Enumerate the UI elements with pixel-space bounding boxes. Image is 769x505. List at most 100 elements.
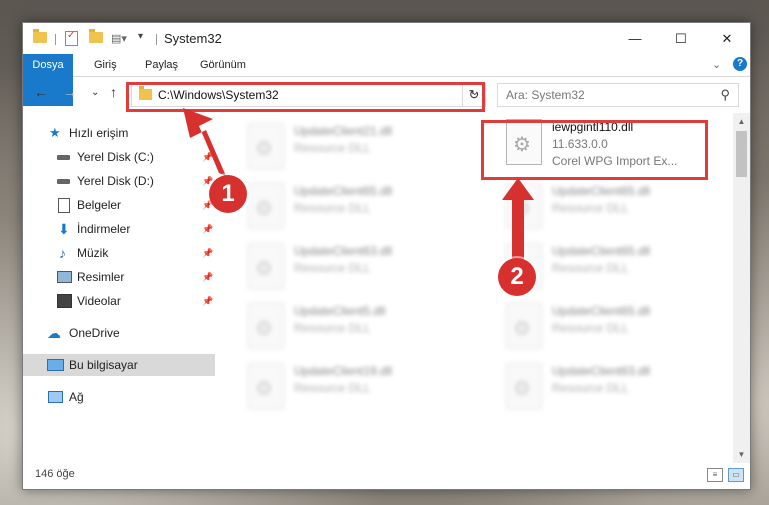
scroll-down-icon[interactable]: ▼	[733, 446, 750, 463]
sidebar-item-drive-c[interactable]: Yerel Disk (C:) 📌	[23, 146, 215, 168]
file-item[interactable]: UpdateClient65.dll Resource DLL	[248, 181, 473, 233]
videos-icon	[57, 294, 72, 308]
maximize-button[interactable]: ☐	[658, 23, 704, 54]
file-name: UpdateClient63.dll	[552, 364, 651, 378]
divider	[156, 34, 157, 45]
file-type: Resource DLL	[294, 261, 371, 275]
dll-file-icon	[506, 183, 542, 229]
file-item[interactable]: UpdateClient21.dll Resource DLL	[248, 121, 473, 173]
address-highlight-box	[126, 82, 485, 112]
sidebar-item-label: Belgeler	[77, 198, 122, 212]
sidebar-item-videos[interactable]: Videolar 📌	[23, 290, 215, 312]
pin-icon[interactable]: 📌	[202, 266, 213, 288]
music-icon: ♪	[59, 245, 66, 261]
sidebar-item-network[interactable]: Ağ	[23, 386, 215, 408]
computer-icon	[47, 359, 64, 371]
details-view-icon[interactable]: ≡	[707, 468, 723, 482]
tab-paylas[interactable]: Paylaş	[145, 54, 178, 76]
sidebar-item-label: Müzik	[77, 246, 109, 260]
sidebar-item-label: Hızlı erişim	[69, 126, 129, 140]
ribbon-expand-icon[interactable]: ⌄	[712, 58, 721, 71]
scroll-up-icon[interactable]: ▲	[733, 113, 750, 130]
sidebar-item-label: Yerel Disk (D:)	[77, 174, 154, 188]
file-type: Resource DLL	[294, 201, 371, 215]
back-button[interactable]: ←	[34, 84, 48, 100]
network-icon	[48, 391, 63, 403]
pin-icon[interactable]: 📌	[202, 242, 213, 264]
dll-file-icon	[506, 303, 542, 349]
file-name: UpdateClient65.dll	[294, 184, 393, 198]
title-bar: ▤▾ ▾ System32 — ☐ ✕	[23, 23, 750, 54]
help-icon[interactable]: ?	[733, 57, 747, 71]
large-icons-view-icon[interactable]: ▭	[728, 468, 744, 482]
minimize-button[interactable]: —	[612, 23, 658, 54]
sidebar-item-label: Videolar	[77, 294, 121, 308]
file-name: UpdateClient19.dll	[294, 364, 393, 378]
drive-icon	[57, 179, 70, 184]
file-name: UpdateClient5.dll	[294, 304, 386, 318]
sidebar-item-documents[interactable]: Belgeler 📌	[23, 194, 215, 216]
explorer-window: ▤▾ ▾ System32 — ☐ ✕ Dosya Giriş Paylaş G…	[22, 22, 751, 490]
callout-step-1: 1	[209, 175, 247, 213]
file-item[interactable]: UpdateClient19.dll Resource DLL	[248, 361, 473, 413]
ribbon-tabs: Dosya Giriş Paylaş Görünüm ⌄ ?	[23, 54, 750, 106]
pin-icon[interactable]: 📌	[202, 290, 213, 312]
sidebar-item-pictures[interactable]: Resimler 📌	[23, 266, 215, 288]
search-input[interactable]: Ara: System32	[506, 88, 585, 102]
forward-button[interactable]: →	[63, 84, 77, 100]
file-item[interactable]: UpdateClient63.dll Resource DLL	[506, 361, 731, 413]
file-item[interactable]: UpdateClient65.dll Resource DLL	[506, 241, 731, 293]
pictures-icon	[57, 271, 72, 283]
file-item[interactable]: UpdateClient65.dll Resource DLL	[506, 181, 731, 233]
pin-icon[interactable]: 📌	[202, 146, 213, 168]
scroll-thumb[interactable]	[736, 131, 747, 177]
sidebar-item-onedrive[interactable]: ☁ OneDrive	[23, 322, 215, 344]
documents-icon	[58, 198, 70, 213]
search-box[interactable]: Ara: System32 ⚲	[497, 83, 739, 107]
tab-gorunum[interactable]: Görünüm	[200, 54, 246, 76]
up-button[interactable]: ↑	[110, 84, 117, 100]
dll-file-icon	[248, 183, 284, 229]
sidebar-item-label: Resimler	[77, 270, 125, 284]
window-title: System32	[164, 31, 222, 46]
navigation-pane: ★ Hızlı erişim Yerel Disk (C:) 📌 Yerel D…	[23, 113, 215, 463]
sidebar-item-quick-access[interactable]: ★ Hızlı erişim	[23, 122, 215, 144]
tab-giris[interactable]: Giriş	[94, 54, 117, 76]
drive-icon	[57, 155, 70, 160]
star-icon: ★	[49, 125, 61, 140]
dll-file-icon	[248, 303, 284, 349]
file-type: Resource DLL	[552, 201, 629, 215]
file-type: Resource DLL	[294, 321, 371, 335]
quick-access-dropdown-icon[interactable]: ▾	[138, 31, 143, 47]
recent-locations-button[interactable]: ⌄	[91, 87, 99, 98]
file-type: Resource DLL	[552, 321, 629, 335]
sidebar-item-label: Bu bilgisayar	[69, 358, 138, 372]
close-button[interactable]: ✕	[704, 23, 750, 54]
dll-file-icon	[248, 123, 284, 169]
dll-file-icon	[248, 243, 284, 289]
cloud-icon: ☁	[47, 325, 61, 341]
file-name: UpdateClient65.dll	[552, 304, 651, 318]
pin-icon[interactable]: 📌	[202, 218, 213, 240]
item-count: 146 öğe	[35, 468, 75, 480]
vertical-scrollbar[interactable]: ▲ ▼	[733, 113, 750, 463]
file-item[interactable]: UpdateClient63.dll Resource DLL	[248, 241, 473, 293]
sidebar-item-music[interactable]: ♪ Müzik 📌	[23, 242, 215, 264]
file-type: Resource DLL	[294, 381, 371, 395]
file-item[interactable]: UpdateClient5.dll Resource DLL	[248, 301, 473, 353]
file-name: UpdateClient63.dll	[294, 244, 393, 258]
file-name: UpdateClient65.dll	[552, 184, 651, 198]
sidebar-item-this-pc[interactable]: Bu bilgisayar	[23, 354, 215, 376]
file-type: Resource DLL	[294, 141, 371, 155]
callout-step-2: 2	[498, 258, 536, 296]
file-name: UpdateClient65.dll	[552, 244, 651, 258]
file-item[interactable]: UpdateClient65.dll Resource DLL	[506, 301, 731, 353]
file-type: Resource DLL	[552, 381, 629, 395]
customize-toolbar-icon[interactable]: ▤▾	[111, 32, 127, 48]
search-icon[interactable]: ⚲	[720, 87, 730, 103]
sidebar-item-label: Yerel Disk (C:)	[77, 150, 154, 164]
sidebar-item-drive-d[interactable]: Yerel Disk (D:) 📌	[23, 170, 215, 192]
file-type: Resource DLL	[552, 261, 629, 275]
sidebar-item-downloads[interactable]: ⬇ İndirmeler 📌	[23, 218, 215, 240]
divider	[55, 34, 56, 45]
